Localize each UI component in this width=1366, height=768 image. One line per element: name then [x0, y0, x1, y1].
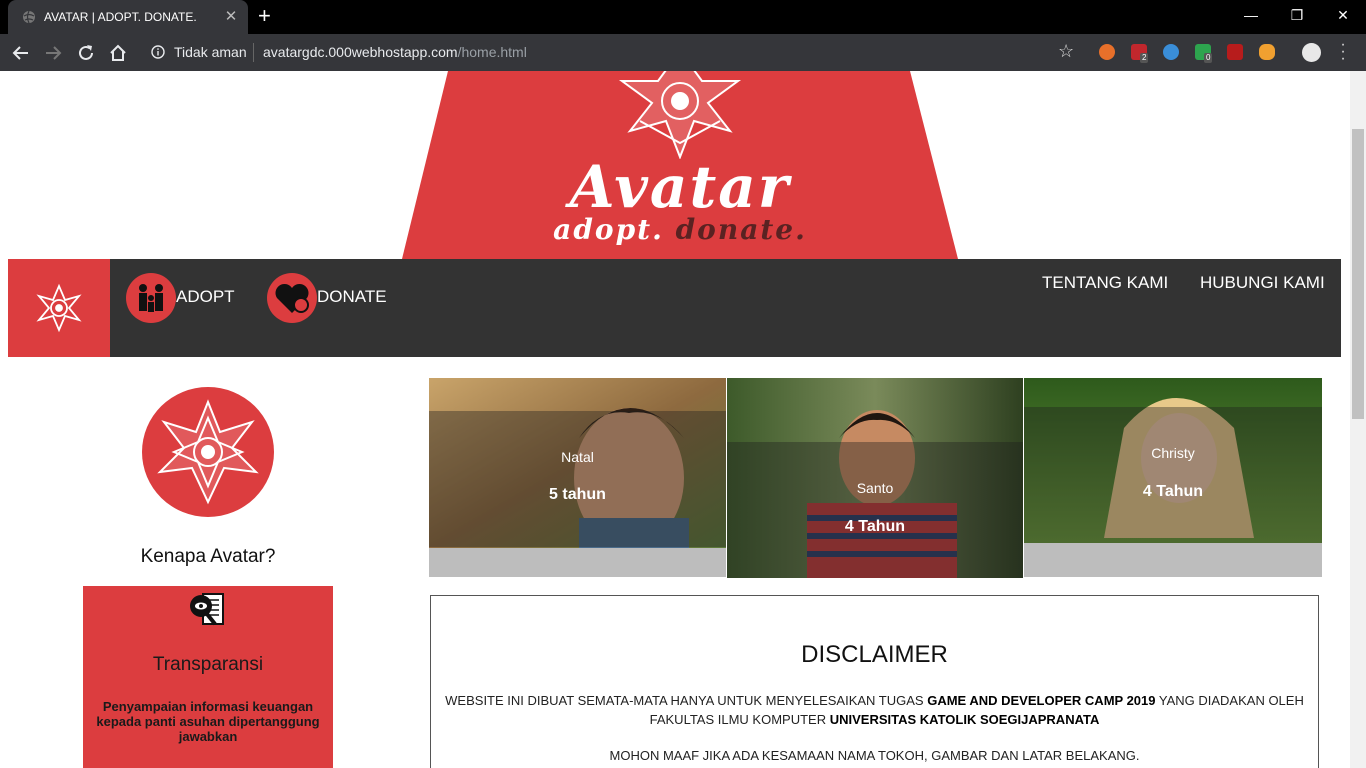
- page-viewport: Avatar adopt. donate. ADOPT DONATE TENTA…: [0, 71, 1350, 768]
- back-icon[interactable]: [10, 42, 32, 64]
- reload-icon[interactable]: [75, 42, 97, 64]
- feature-card-text: Penyampaian informasi keuangan kepada pa…: [96, 699, 320, 744]
- adopt-icon[interactable]: [126, 273, 176, 323]
- child-overlay: [727, 442, 1023, 578]
- hero-banner: Avatar adopt. donate.: [400, 71, 960, 259]
- globe-icon: [23, 10, 35, 24]
- child-overlay: [429, 411, 726, 547]
- tagline-adopt: adopt.: [553, 213, 664, 246]
- family-icon: [139, 284, 163, 312]
- feature-card-title: Transparansi: [152, 654, 264, 675]
- child-name: Santo: [856, 480, 894, 496]
- disclaimer-title: DISCLAIMER: [801, 641, 948, 668]
- security-label[interactable]: Tidak aman: [174, 44, 247, 60]
- magnifier-document-icon: [190, 593, 224, 626]
- extension-colorful-icon[interactable]: [1163, 44, 1179, 60]
- sidebar-logo: [142, 387, 274, 517]
- donate-icon[interactable]: [267, 273, 317, 323]
- disclaimer-university-name: UNIVERSITAS KATOLIK SOEGIJAPRANATA: [829, 712, 1100, 727]
- page-scrollbar[interactable]: [1350, 71, 1366, 768]
- tab-close-icon[interactable]: ✕: [222, 7, 240, 25]
- child-card[interactable]: Natal 5 tahun: [429, 378, 726, 577]
- new-tab-button[interactable]: +: [258, 4, 271, 28]
- url-separator: [253, 43, 254, 62]
- browser-tab-strip: AVATAR | ADOPT. DONATE. ✕ + — ❐ ✕: [0, 0, 1366, 34]
- nav-contact[interactable]: HUBUNGI KAMI: [1200, 273, 1325, 293]
- heart-money-icon: [275, 283, 309, 313]
- url-host: avatargdc.000webhostapp.com: [263, 44, 458, 60]
- disclaimer-text: WEBSITE INI DIBUAT SEMATA-MATA HANYA UNT…: [441, 691, 1308, 729]
- disclaimer-box: DISCLAIMER WEBSITE INI DIBUAT SEMATA-MAT…: [430, 595, 1319, 768]
- main-navbar: ADOPT DONATE TENTANG KAMI HUBUNGI KAMI: [8, 259, 1341, 357]
- browser-menu-icon[interactable]: · · ·: [1336, 37, 1350, 67]
- minimize-button[interactable]: —: [1228, 0, 1274, 30]
- child-overlay: [1024, 407, 1322, 543]
- disclaimer-text-part1: WEBSITE INI DIBUAT SEMATA-MATA HANYA UNT…: [445, 693, 928, 708]
- child-age: 4 Tahun: [844, 518, 906, 535]
- nav-donate[interactable]: DONATE: [317, 287, 387, 307]
- extension-shield-icon[interactable]: 0: [1195, 44, 1213, 63]
- tagline-donate: donate.: [675, 213, 807, 246]
- nav-about[interactable]: TENTANG KAMI: [1042, 273, 1168, 293]
- bookmark-star-icon[interactable]: ☆: [1058, 41, 1074, 62]
- hero-logo-text: Avatar: [569, 153, 791, 221]
- hero-tagline: adopt. donate.: [400, 213, 960, 246]
- info-icon[interactable]: [151, 45, 165, 59]
- child-name: Christy: [1151, 445, 1195, 461]
- extension-badge: 0: [1204, 53, 1213, 63]
- home-icon[interactable]: [107, 42, 129, 64]
- restore-button[interactable]: ❐: [1274, 0, 1320, 30]
- scrollbar-thumb[interactable]: [1352, 129, 1364, 419]
- browser-toolbar: Tidak aman avatargdc.000webhostapp.com/h…: [0, 34, 1366, 71]
- child-age: 4 Tahun: [1142, 483, 1204, 500]
- why-avatar-heading: Kenapa Avatar?: [140, 546, 276, 567]
- address-bar[interactable]: avatargdc.000webhostapp.com/home.html: [263, 44, 527, 60]
- child-card[interactable]: Santo 4 Tahun: [727, 378, 1023, 578]
- extension-badge: 2: [1140, 53, 1149, 63]
- profile-avatar[interactable]: [1302, 43, 1321, 62]
- tab-title: AVATAR | ADOPT. DONATE.: [44, 10, 197, 24]
- feature-card: Transparansi Penyampaian informasi keuan…: [83, 586, 333, 768]
- window-close-button[interactable]: ✕: [1320, 0, 1366, 30]
- browser-tab[interactable]: AVATAR | ADOPT. DONATE. ✕: [8, 0, 248, 34]
- child-name: Natal: [561, 449, 594, 465]
- mandala-icon: [36, 283, 82, 333]
- extension-fox-icon[interactable]: [1099, 44, 1115, 60]
- extension-mega-icon[interactable]: [1227, 44, 1243, 60]
- child-card[interactable]: Christy 4 Tahun: [1024, 378, 1322, 577]
- disclaimer-apology: MOHON MAAF JIKA ADA KESAMAAN NAMA TOKOH,…: [609, 748, 1140, 763]
- child-age: 5 tahun: [549, 486, 606, 503]
- mandala-icon: [618, 71, 742, 159]
- extension-pill-icon[interactable]: [1259, 44, 1275, 60]
- mandala-icon: [157, 399, 259, 505]
- disclaimer-event-name: GAME AND DEVELOPER CAMP 2019: [927, 693, 1156, 708]
- extension-adblock-icon[interactable]: 2: [1131, 44, 1149, 63]
- url-path: /home.html: [457, 44, 527, 60]
- forward-icon[interactable]: [42, 42, 64, 64]
- nav-home-button[interactable]: [8, 259, 110, 357]
- nav-adopt[interactable]: ADOPT: [176, 287, 235, 307]
